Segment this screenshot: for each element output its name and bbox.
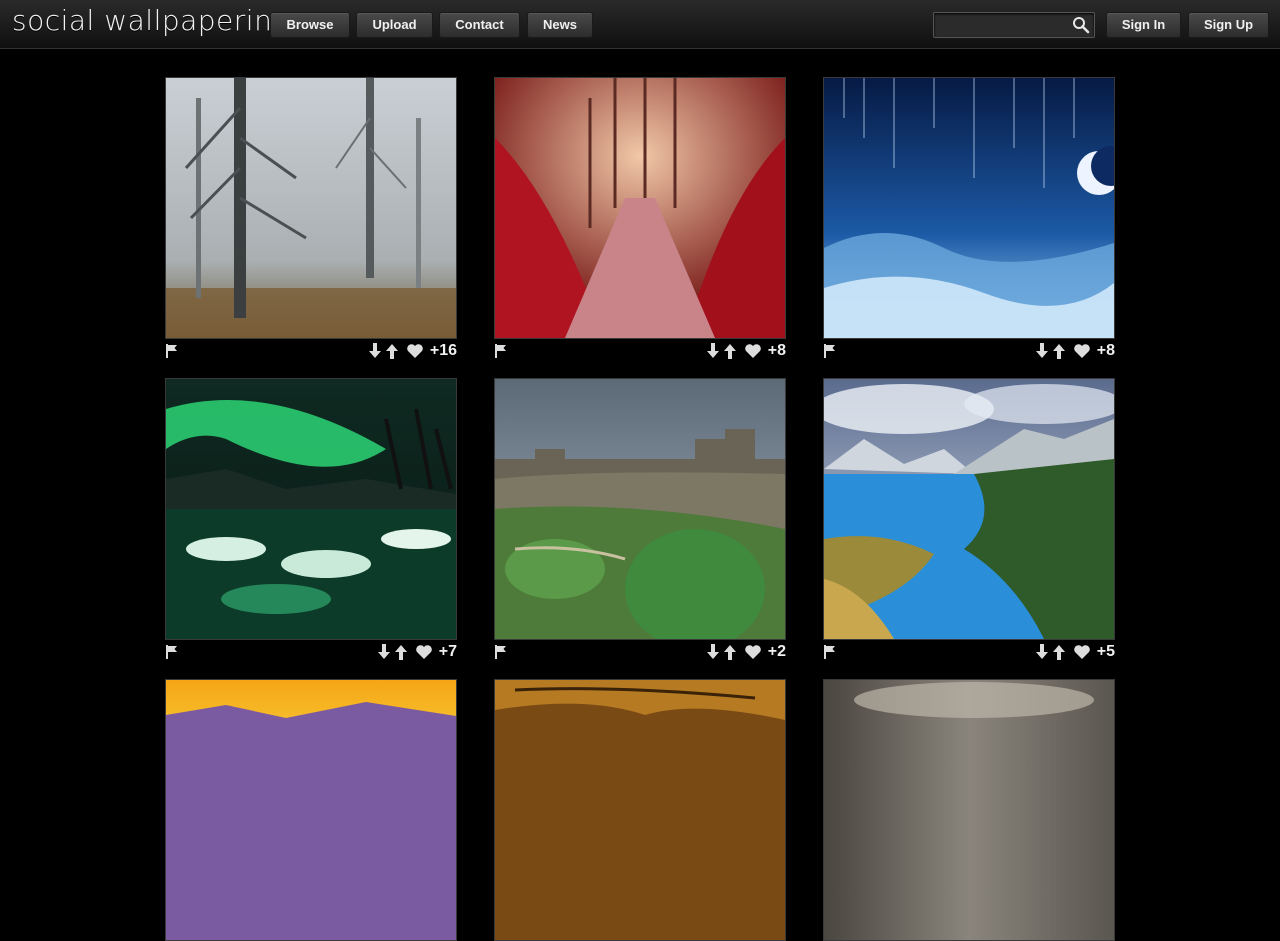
score-count: +16: [429, 342, 457, 359]
upvote-arrow-icon[interactable]: [1052, 644, 1066, 660]
download-arrow-icon[interactable]: [706, 343, 720, 359]
sunset-mountains-image: [166, 680, 456, 940]
nav-contact-button[interactable]: Contact: [439, 12, 520, 38]
wallpaper-thumbnail[interactable]: [823, 679, 1115, 941]
upvote-arrow-icon[interactable]: [723, 644, 737, 660]
heart-icon[interactable]: [406, 343, 424, 359]
nav-upload-button[interactable]: Upload: [356, 12, 433, 38]
starry-night-image: [824, 78, 1114, 338]
search-input[interactable]: [938, 15, 1070, 35]
flag-icon[interactable]: [823, 344, 837, 358]
download-arrow-icon[interactable]: [1035, 644, 1049, 660]
heart-icon[interactable]: [744, 343, 762, 359]
wallpaper-thumbnail[interactable]: [165, 378, 457, 640]
castle-on-hill-image: [495, 379, 785, 639]
search-box: [933, 12, 1095, 38]
vote-actions: +5: [1035, 641, 1115, 663]
misty-forest-image: [166, 78, 456, 338]
wallpaper-thumbnail[interactable]: [823, 77, 1115, 339]
score-count: +7: [438, 643, 457, 660]
wallpaper-meta: +8: [494, 340, 786, 362]
download-arrow-icon[interactable]: [706, 644, 720, 660]
vote-actions: +8: [1035, 340, 1115, 362]
nav-news-button[interactable]: News: [527, 12, 593, 38]
flag-icon[interactable]: [823, 645, 837, 659]
flag-icon[interactable]: [165, 645, 179, 659]
autumn-trees-image: [495, 680, 785, 940]
wallpaper-thumbnail[interactable]: [823, 378, 1115, 640]
upvote-arrow-icon[interactable]: [1052, 343, 1066, 359]
vote-actions: +16: [368, 340, 457, 362]
upvote-arrow-icon[interactable]: [394, 644, 408, 660]
wallpaper-thumbnail[interactable]: [165, 679, 457, 941]
site-logo[interactable]: social wallpapering: [12, 4, 290, 37]
score-count: +8: [767, 342, 786, 359]
wallpaper-meta: +8: [823, 340, 1115, 362]
wallpaper-meta: +16: [165, 340, 457, 362]
vote-actions: +8: [706, 340, 786, 362]
heart-icon[interactable]: [1073, 644, 1091, 660]
vote-actions: +7: [377, 641, 457, 663]
download-arrow-icon[interactable]: [368, 343, 382, 359]
nav-browse-button[interactable]: Browse: [270, 12, 350, 38]
wallpaper-meta: +5: [823, 641, 1115, 663]
heart-icon[interactable]: [744, 644, 762, 660]
top-bar: social wallpapering Browse Upload Contac…: [0, 0, 1280, 49]
wallpaper-thumbnail[interactable]: [494, 77, 786, 339]
aurora-river-image: [166, 379, 456, 639]
download-arrow-icon[interactable]: [1035, 343, 1049, 359]
score-count: +5: [1096, 643, 1115, 660]
flag-icon[interactable]: [494, 645, 508, 659]
wallpaper-meta: +2: [494, 641, 786, 663]
wallpaper-meta: +7: [165, 641, 457, 663]
wallpaper-thumbnail[interactable]: [494, 378, 786, 640]
heart-icon[interactable]: [415, 644, 433, 660]
flag-icon[interactable]: [165, 344, 179, 358]
score-count: +2: [767, 643, 786, 660]
sign-up-button[interactable]: Sign Up: [1188, 12, 1269, 38]
score-count: +8: [1096, 342, 1115, 359]
flag-icon[interactable]: [494, 344, 508, 358]
upvote-arrow-icon[interactable]: [723, 343, 737, 359]
mountain-lake-image: [824, 379, 1114, 639]
wallpaper-thumbnail[interactable]: [494, 679, 786, 941]
red-leaf-path-image: [495, 78, 785, 338]
search-icon[interactable]: [1072, 16, 1090, 34]
cloudy-sky-image: [824, 680, 1114, 940]
wallpaper-thumbnail[interactable]: [165, 77, 457, 339]
download-arrow-icon[interactable]: [377, 644, 391, 660]
sign-in-button[interactable]: Sign In: [1106, 12, 1181, 38]
upvote-arrow-icon[interactable]: [385, 343, 399, 359]
heart-icon[interactable]: [1073, 343, 1091, 359]
vote-actions: +2: [706, 641, 786, 663]
